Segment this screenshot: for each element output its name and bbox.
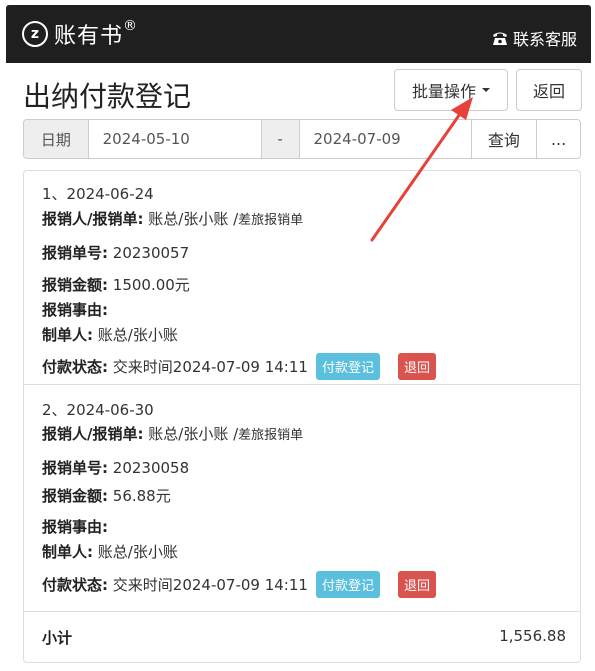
claim-number-label: 报销单号: (42, 244, 108, 262)
record-index-date: 2、2024-06-30 (42, 401, 154, 419)
claim-amount-value: 56.88元 (112, 487, 171, 505)
back-button[interactable]: 返回 (516, 69, 582, 111)
batch-operations-label: 批量操作 (411, 82, 476, 101)
subtotal-label: 小计 (42, 629, 73, 647)
contact-service-link[interactable]: 联系客服 (491, 26, 577, 50)
record-item[interactable]: 1、2024-06-24 报销人/报销单: 账总/张小账 / 差旅报销单 报销单… (24, 171, 580, 385)
page: z 账有书® 联系客服 出纳付款登记 批量操作 返回 日期 2024-05-10… (6, 5, 591, 667)
claim-number-value: 20230058 (112, 458, 190, 477)
payment-register-button[interactable]: 付款登记 (315, 353, 380, 380)
claimant-label: 报销人/报销单: (42, 210, 144, 228)
claimant-value: 账总/张小账 / (148, 425, 239, 443)
record-index-date: 1、2024-06-24 (42, 185, 154, 203)
payment-status-label: 付款状态: (42, 576, 108, 594)
end-date-input[interactable]: 2024-07-09 (299, 120, 472, 158)
maker-value: 账总/张小账 (97, 543, 178, 561)
claim-type: 差旅报销单 (238, 428, 304, 443)
records-panel: 1、2024-06-24 报销人/报销单: 账总/张小账 / 差旅报销单 报销单… (23, 170, 581, 663)
payment-status-value: 交来时间2024-07-09 14:11 (112, 576, 308, 594)
date-label: 日期 (24, 120, 89, 158)
claim-number-label: 报销单号: (42, 459, 108, 477)
subtotal-value: 1,556.88 (499, 627, 566, 645)
date-filter-bar: 日期 2024-05-10 - 2024-07-09 查询 ... (23, 119, 581, 159)
subtotal-row: 小计 1,556.88 (24, 612, 580, 662)
return-button[interactable]: 退回 (397, 353, 436, 380)
claimant-value: 账总/张小账 / (148, 210, 239, 228)
brand-logo-icon: z (22, 21, 48, 47)
query-button[interactable]: 查询 (471, 120, 538, 158)
claim-amount-label: 报销金额: (42, 276, 108, 294)
caret-down-icon (482, 88, 490, 92)
maker-value: 账总/张小账 (97, 326, 178, 344)
claim-reason-label: 报销事由: (42, 301, 108, 319)
maker-label: 制单人: (42, 326, 93, 344)
date-separator: - (261, 120, 300, 158)
telephone-icon (492, 32, 507, 45)
claim-reason-label: 报销事由: (42, 518, 108, 536)
claim-number-value: 20230057 (112, 243, 190, 262)
payment-status-value: 交来时间2024-07-09 14:11 (112, 358, 308, 376)
more-button[interactable]: ... (537, 120, 580, 158)
payment-status-label: 付款状态: (42, 358, 108, 376)
brand[interactable]: z 账有书® (22, 18, 138, 50)
claim-amount-label: 报销金额: (42, 487, 108, 505)
batch-operations-button[interactable]: 批量操作 (394, 69, 508, 111)
top-bar: z 账有书® 联系客服 (6, 5, 591, 63)
registered-mark: ® (123, 18, 139, 34)
claim-type: 差旅报销单 (238, 213, 304, 228)
claimant-label: 报销人/报销单: (42, 425, 144, 443)
start-date-input[interactable]: 2024-05-10 (88, 120, 262, 158)
record-item[interactable]: 2、2024-06-30 报销人/报销单: 账总/张小账 / 差旅报销单 报销单… (24, 385, 580, 612)
maker-label: 制单人: (42, 543, 93, 561)
brand-name: 账有书 (54, 24, 124, 49)
claim-amount-value: 1500.00元 (112, 276, 190, 294)
contact-service-label: 联系客服 (512, 30, 577, 49)
page-title: 出纳付款登记 (23, 80, 192, 113)
return-button[interactable]: 退回 (397, 571, 436, 598)
payment-register-button[interactable]: 付款登记 (315, 571, 380, 598)
